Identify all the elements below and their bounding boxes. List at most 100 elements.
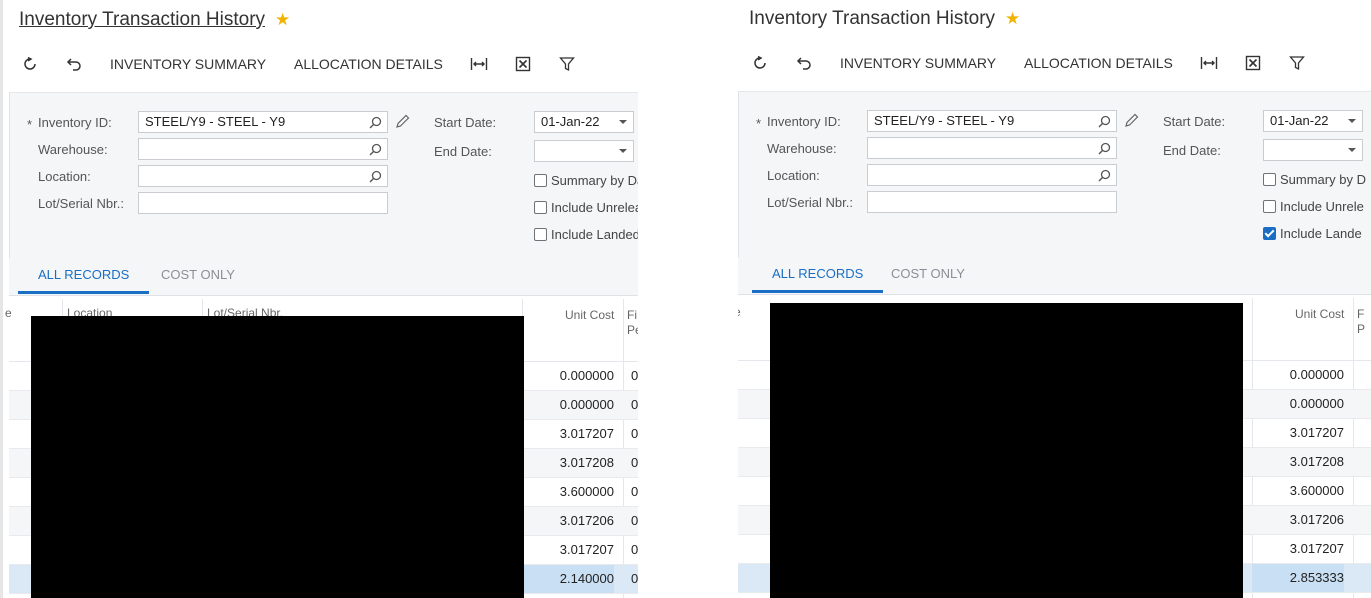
column-header-stub: e	[738, 305, 741, 319]
edit-icon[interactable]	[395, 114, 410, 134]
search-icon[interactable]	[1098, 141, 1111, 161]
unit-cost-cell: 0.000000	[1289, 367, 1344, 382]
unit-cost-cell: 0.000000	[1289, 396, 1344, 411]
unit-cost-cell: 2.853333	[1252, 564, 1344, 592]
fi-cell: 0	[631, 571, 638, 586]
checkbox-box[interactable]	[1263, 173, 1276, 186]
fi-cell: 0	[631, 397, 638, 412]
export-excel-icon[interactable]	[1245, 51, 1261, 75]
transactions-grid: e Location Lot/Serial Nbr. Unit Cost Fi …	[5, 299, 638, 598]
tab-all-records[interactable]: ALL RECORDS	[18, 258, 150, 294]
required-mark: *	[756, 116, 762, 131]
toolbar: INVENTORY SUMMARY ALLOCATION DETAILS	[738, 51, 1371, 75]
allocation-details-button[interactable]: ALLOCATION DETAILS	[1024, 51, 1173, 75]
refresh-icon[interactable]	[752, 51, 768, 75]
start-date-label: Start Date:	[434, 115, 497, 130]
column-header-fi[interactable]: Fi	[627, 308, 637, 322]
allocation-details-button[interactable]: ALLOCATION DETAILS	[294, 52, 443, 76]
unit-cost-cell: 0.000000	[559, 397, 614, 412]
warehouse-input[interactable]	[138, 138, 388, 160]
checkbox-box[interactable]	[534, 201, 547, 214]
checkbox-label: Summary by D	[1280, 172, 1366, 187]
inventory-id-input[interactable]: STEEL/Y9 - STEEL - Y9	[867, 110, 1117, 132]
unit-cost-cell: 2.140000	[522, 565, 614, 593]
fi-cell: 0	[631, 513, 638, 528]
transactions-grid: e Unit Cost F P 0.000000 0.000000 3.0172…	[738, 298, 1371, 598]
column-header-unit-cost[interactable]: Unit Cost	[1295, 307, 1344, 321]
search-icon[interactable]	[369, 169, 382, 189]
unit-cost-cell: 3.017208	[1289, 454, 1344, 469]
fi-cell: 0	[631, 455, 638, 470]
search-icon[interactable]	[369, 115, 382, 135]
warehouse-label: Warehouse:	[38, 142, 108, 157]
unit-cost-cell: 3.600000	[1289, 483, 1344, 498]
column-header-fi[interactable]: F	[1357, 307, 1364, 321]
location-input[interactable]	[867, 164, 1117, 186]
tab-cost-only[interactable]: COST ONLY	[141, 258, 255, 294]
refresh-icon[interactable]	[22, 52, 38, 76]
left-panel: Inventory Transaction History ★ INVENTOR…	[0, 0, 638, 598]
page-title[interactable]: Inventory Transaction History	[749, 8, 995, 30]
tab-bar: ALL RECORDS COST ONLY	[738, 257, 1371, 295]
end-date-input[interactable]	[1263, 139, 1363, 161]
filter-icon[interactable]	[559, 52, 575, 76]
column-header-stub: e	[5, 306, 12, 320]
location-input[interactable]	[138, 165, 388, 187]
include-unreleased-checkbox[interactable]: Include Unrele	[1263, 199, 1364, 214]
end-date-input[interactable]	[534, 140, 634, 162]
unit-cost-cell: 3.017208	[559, 455, 614, 470]
lot-serial-label: Lot/Serial Nbr.:	[38, 196, 124, 211]
lot-serial-input[interactable]	[867, 191, 1117, 213]
favorite-star-icon[interactable]: ★	[1005, 9, 1020, 29]
start-date-label: Start Date:	[1163, 114, 1226, 129]
undo-icon[interactable]	[795, 51, 813, 75]
checkbox-box-checked[interactable]	[1263, 227, 1276, 240]
start-date-value: 01-Jan-22	[1270, 113, 1329, 128]
include-landed-checkbox[interactable]: Include Landed	[534, 227, 638, 242]
fi-cell: 0	[631, 484, 638, 499]
start-date-input[interactable]: 01-Jan-22	[534, 111, 634, 133]
fit-columns-icon[interactable]	[470, 52, 488, 76]
start-date-input[interactable]: 01-Jan-22	[1263, 110, 1363, 132]
tab-bar: ALL RECORDS COST ONLY	[9, 258, 638, 296]
search-icon[interactable]	[369, 142, 382, 162]
chevron-down-icon[interactable]	[1348, 119, 1356, 123]
search-icon[interactable]	[1098, 114, 1111, 134]
tab-all-records[interactable]: ALL RECORDS	[752, 257, 884, 293]
checkbox-label: Include Unrele	[1280, 199, 1364, 214]
lot-serial-input[interactable]	[138, 192, 388, 214]
inventory-id-label: Inventory ID:	[767, 114, 841, 129]
lot-serial-label: Lot/Serial Nbr.:	[767, 195, 853, 210]
column-header-unit-cost[interactable]: Unit Cost	[565, 308, 614, 322]
inventory-id-input[interactable]: STEEL/Y9 - STEEL - Y9	[138, 111, 388, 133]
tab-cost-only[interactable]: COST ONLY	[871, 257, 985, 293]
inventory-id-value: STEEL/Y9 - STEEL - Y9	[145, 114, 286, 129]
summary-by-date-checkbox[interactable]: Summary by D	[1263, 172, 1366, 187]
redaction-block	[31, 316, 524, 598]
checkbox-box[interactable]	[1263, 200, 1276, 213]
page-title[interactable]: Inventory Transaction History	[19, 9, 265, 31]
include-unreleased-checkbox[interactable]: Include Unrelea	[534, 200, 638, 215]
warehouse-input[interactable]	[867, 137, 1117, 159]
search-icon[interactable]	[1098, 168, 1111, 188]
checkbox-label: Summary by Da	[551, 173, 638, 188]
chevron-down-icon[interactable]	[619, 149, 627, 153]
unit-cost-cell: 3.017206	[1289, 512, 1344, 527]
chevron-down-icon[interactable]	[1348, 148, 1356, 152]
fi-cell: 0	[631, 368, 638, 383]
inventory-summary-button[interactable]: INVENTORY SUMMARY	[110, 52, 266, 76]
required-mark: *	[27, 117, 33, 132]
include-landed-checkbox[interactable]: Include Lande	[1263, 226, 1362, 241]
fit-columns-icon[interactable]	[1200, 51, 1218, 75]
filter-icon[interactable]	[1289, 51, 1305, 75]
checkbox-box[interactable]	[534, 174, 547, 187]
checkbox-box[interactable]	[534, 228, 547, 241]
inventory-summary-button[interactable]: INVENTORY SUMMARY	[840, 51, 996, 75]
undo-icon[interactable]	[65, 52, 83, 76]
summary-by-date-checkbox[interactable]: Summary by Da	[534, 173, 638, 188]
export-excel-icon[interactable]	[515, 52, 531, 76]
unit-cost-cell: 3.600000	[559, 484, 614, 499]
edit-icon[interactable]	[1124, 113, 1139, 133]
favorite-star-icon[interactable]: ★	[275, 10, 290, 30]
chevron-down-icon[interactable]	[619, 120, 627, 124]
